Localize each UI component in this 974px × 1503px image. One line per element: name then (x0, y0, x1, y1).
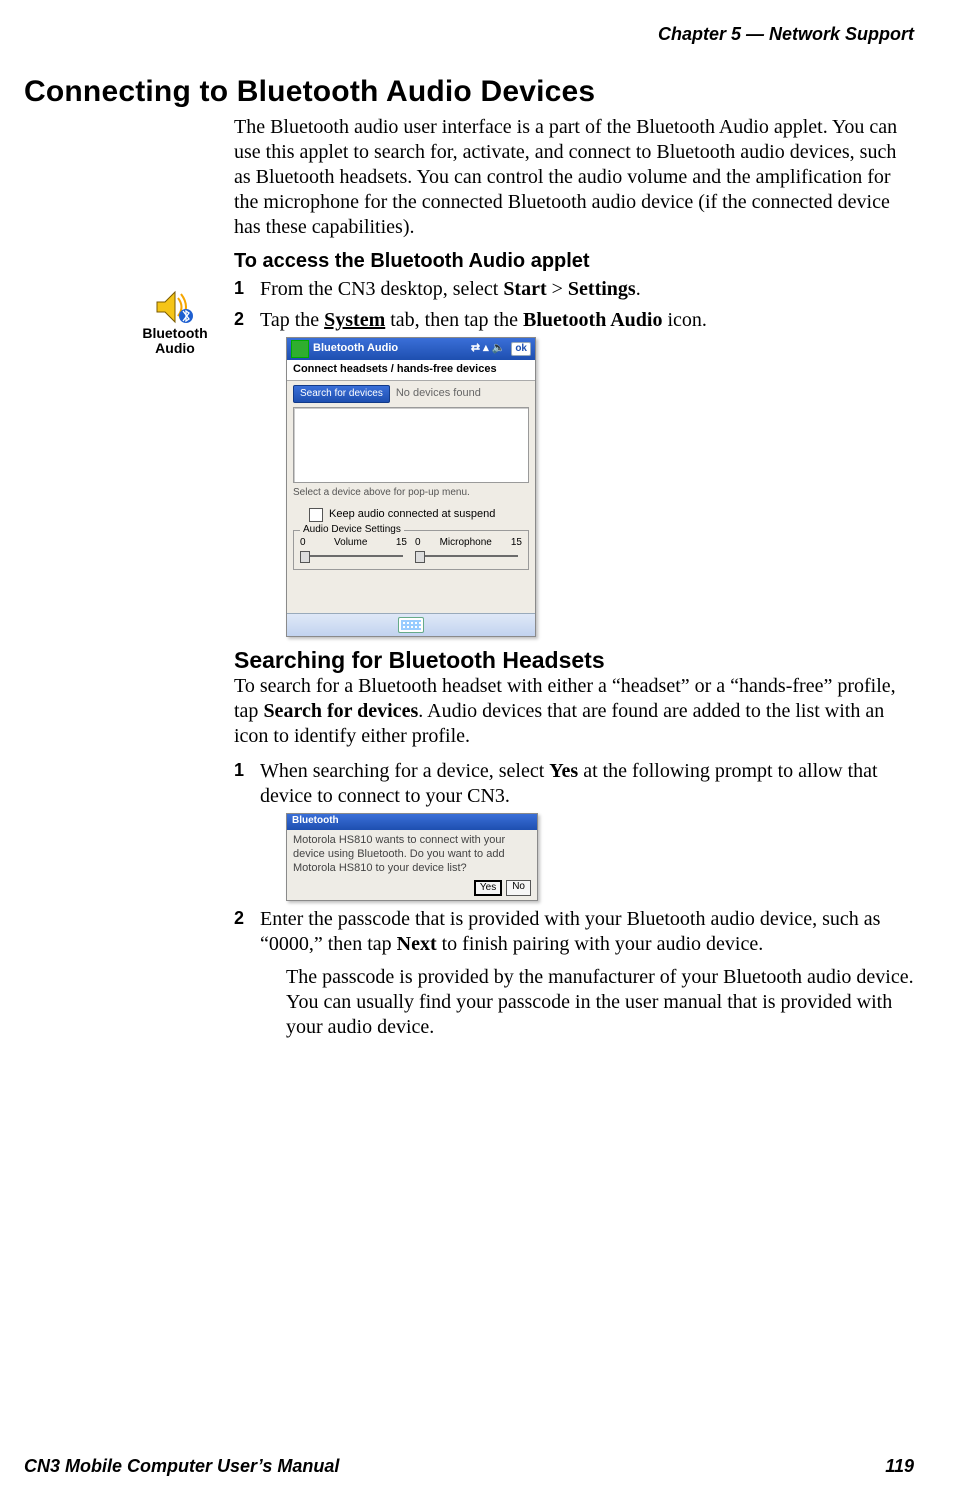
search-step-2: 2 Enter the passcode that is provided wi… (234, 907, 914, 1040)
sip-bar (287, 613, 535, 636)
footer-page-number: 119 (885, 1456, 914, 1477)
hint-text: Select a device above for pop-up menu. (287, 485, 535, 502)
volume-slider-group: 0 Volume 15 (300, 537, 407, 562)
start-flag-icon[interactable] (291, 340, 309, 358)
ok-button[interactable]: ok (511, 342, 531, 357)
section-title: Connecting to Bluetooth Audio Devices (24, 75, 914, 109)
step-number: 2 (234, 907, 244, 930)
bluetooth-prompt-screenshot: Bluetooth Motorola HS810 wants to connec… (286, 813, 538, 901)
searching-intro: To search for a Bluetooth headset with e… (234, 674, 914, 749)
s1a: When searching for a device, select (260, 760, 549, 782)
icon-label-line1: Bluetooth (140, 326, 210, 341)
step-number: 1 (234, 759, 244, 782)
no-button[interactable]: No (506, 880, 531, 897)
dialog-title: Bluetooth (287, 814, 537, 830)
intro-paragraph: The Bluetooth audio user interface is a … (234, 115, 914, 240)
fieldset-legend: Audio Device Settings (300, 524, 404, 537)
keep-audio-checkbox[interactable] (309, 508, 323, 522)
yes-button[interactable]: Yes (474, 880, 502, 897)
step1-text-a: From the CN3 desktop, select (260, 278, 503, 300)
connectivity-icon[interactable]: ⇄ (471, 342, 480, 356)
microphone-slider-group: 0 Microphone 15 (415, 537, 522, 562)
vol-max: 15 (396, 537, 407, 550)
vol-min: 0 (300, 537, 306, 550)
dialog-message: Motorola HS810 wants to connect with you… (287, 830, 537, 879)
search-step-1: 1 When searching for a device, select Ye… (234, 759, 914, 901)
no-devices-label: No devices found (396, 387, 529, 401)
mic-min: 0 (415, 537, 421, 550)
step1-start: Start (503, 278, 546, 300)
volume-slider[interactable] (300, 551, 407, 561)
device-listbox[interactable] (293, 407, 529, 483)
signal-icon[interactable]: ▴ (483, 342, 489, 356)
s2-extra: The passcode is provided by the manufact… (286, 965, 914, 1040)
search-for-devices-button[interactable]: Search for devices (293, 385, 390, 404)
microphone-slider[interactable] (415, 551, 522, 561)
step2-text-a: Tap the (260, 309, 324, 331)
panel-heading: Connect headsets / hands-free devices (287, 360, 535, 381)
step1-text-e: . (636, 278, 641, 300)
s2c: to finish pairing with your audio device… (437, 933, 764, 955)
icon-label-line2: Audio (140, 341, 210, 356)
step1-text-c: > (547, 278, 568, 300)
step2-system: System (324, 309, 385, 331)
access-step-1: 1 From the CN3 desktop, select Start > S… (234, 277, 914, 302)
system-tray: ⇄ ▴ 🔈 ok (471, 342, 531, 357)
titlebar: Bluetooth Audio ⇄ ▴ 🔈 ok (287, 338, 535, 360)
searching-intro-bold: Search for devices (263, 700, 418, 722)
access-heading: To access the Bluetooth Audio applet (234, 250, 914, 273)
keyboard-icon[interactable] (398, 617, 424, 633)
step2-text-e: icon. (662, 309, 706, 331)
keep-audio-label: Keep audio connected at suspend (329, 508, 495, 522)
mic-label: Microphone (440, 537, 492, 550)
volume-icon[interactable]: 🔈 (492, 342, 506, 356)
s2-next: Next (397, 933, 437, 955)
footer-manual-title: CN3 Mobile Computer User’s Manual (24, 1456, 339, 1477)
mic-max: 15 (511, 537, 522, 550)
step2-bluetooth-audio: Bluetooth Audio (523, 309, 662, 331)
speaker-bluetooth-icon (155, 290, 195, 324)
bluetooth-audio-applet-screenshot: Bluetooth Audio ⇄ ▴ 🔈 ok Connect headset… (286, 337, 536, 637)
bluetooth-audio-app-icon: Bluetooth Audio (140, 290, 210, 357)
step2-text-c: tab, then tap the (385, 309, 523, 331)
step-number: 1 (234, 277, 244, 300)
chapter-header: Chapter 5 — Network Support (24, 24, 914, 45)
s1-yes: Yes (549, 760, 578, 782)
step-number: 2 (234, 308, 244, 331)
access-step-2: 2 Tap the System tab, then tap the Bluet… (234, 308, 914, 637)
searching-heading: Searching for Bluetooth Headsets (234, 647, 914, 674)
vol-label: Volume (334, 537, 367, 550)
step1-settings: Settings (568, 278, 636, 300)
window-title: Bluetooth Audio (313, 342, 467, 356)
audio-settings-fieldset: Audio Device Settings 0 Volume 15 (293, 530, 529, 571)
